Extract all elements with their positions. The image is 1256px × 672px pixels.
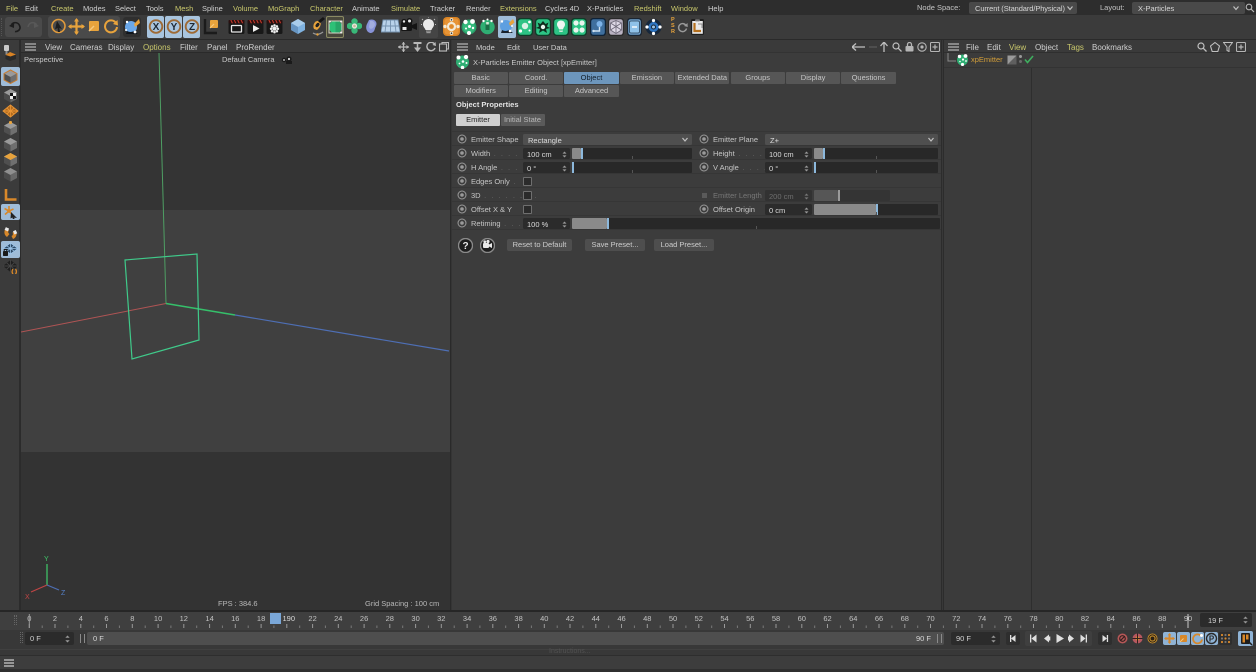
svg-text:4: 4 — [79, 614, 83, 623]
svg-text:44: 44 — [592, 614, 600, 623]
svg-text:16: 16 — [231, 614, 239, 623]
svg-text:46: 46 — [617, 614, 625, 623]
svg-text:18: 18 — [257, 614, 265, 623]
svg-text:Y: Y — [171, 22, 178, 33]
svg-text:30: 30 — [411, 614, 419, 623]
svg-text:78: 78 — [1029, 614, 1037, 623]
svg-text:56: 56 — [746, 614, 754, 623]
svg-text:82: 82 — [1081, 614, 1089, 623]
svg-text:26: 26 — [360, 614, 368, 623]
svg-text:76: 76 — [1004, 614, 1012, 623]
svg-text:66: 66 — [875, 614, 883, 623]
svg-text:50: 50 — [669, 614, 677, 623]
svg-text:Y: Y — [44, 556, 49, 563]
svg-text:8: 8 — [130, 614, 134, 623]
svg-text:12: 12 — [180, 614, 188, 623]
svg-text:86: 86 — [1132, 614, 1140, 623]
svg-text:32: 32 — [437, 614, 445, 623]
svg-text:38: 38 — [514, 614, 522, 623]
svg-text:24: 24 — [334, 614, 342, 623]
svg-text:42: 42 — [566, 614, 574, 623]
svg-text:48: 48 — [643, 614, 651, 623]
svg-text:68: 68 — [901, 614, 909, 623]
svg-text:2: 2 — [53, 614, 57, 623]
svg-text:X: X — [153, 22, 160, 33]
svg-text:P: P — [1209, 635, 1215, 644]
svg-text:X: X — [25, 594, 30, 601]
svg-text:60: 60 — [798, 614, 806, 623]
svg-text:10: 10 — [154, 614, 162, 623]
svg-text:36: 36 — [489, 614, 497, 623]
svg-text:Z: Z — [61, 590, 66, 597]
svg-text:40: 40 — [540, 614, 548, 623]
svg-text:34: 34 — [463, 614, 471, 623]
svg-text:28: 28 — [386, 614, 394, 623]
svg-text:88: 88 — [1158, 614, 1166, 623]
svg-text:72: 72 — [952, 614, 960, 623]
svg-text:80: 80 — [1055, 614, 1063, 623]
svg-text:190: 190 — [283, 614, 296, 623]
svg-text:14: 14 — [205, 614, 213, 623]
svg-text:64: 64 — [849, 614, 857, 623]
svg-text:84: 84 — [1107, 614, 1115, 623]
svg-text:58: 58 — [772, 614, 780, 623]
svg-text:62: 62 — [823, 614, 831, 623]
svg-text:54: 54 — [720, 614, 728, 623]
svg-text:22: 22 — [308, 614, 316, 623]
svg-text:6: 6 — [104, 614, 108, 623]
svg-text:52: 52 — [695, 614, 703, 623]
svg-text:70: 70 — [926, 614, 934, 623]
svg-text:Z: Z — [189, 22, 195, 33]
svg-text:74: 74 — [978, 614, 986, 623]
svg-text:?: ? — [462, 241, 468, 252]
